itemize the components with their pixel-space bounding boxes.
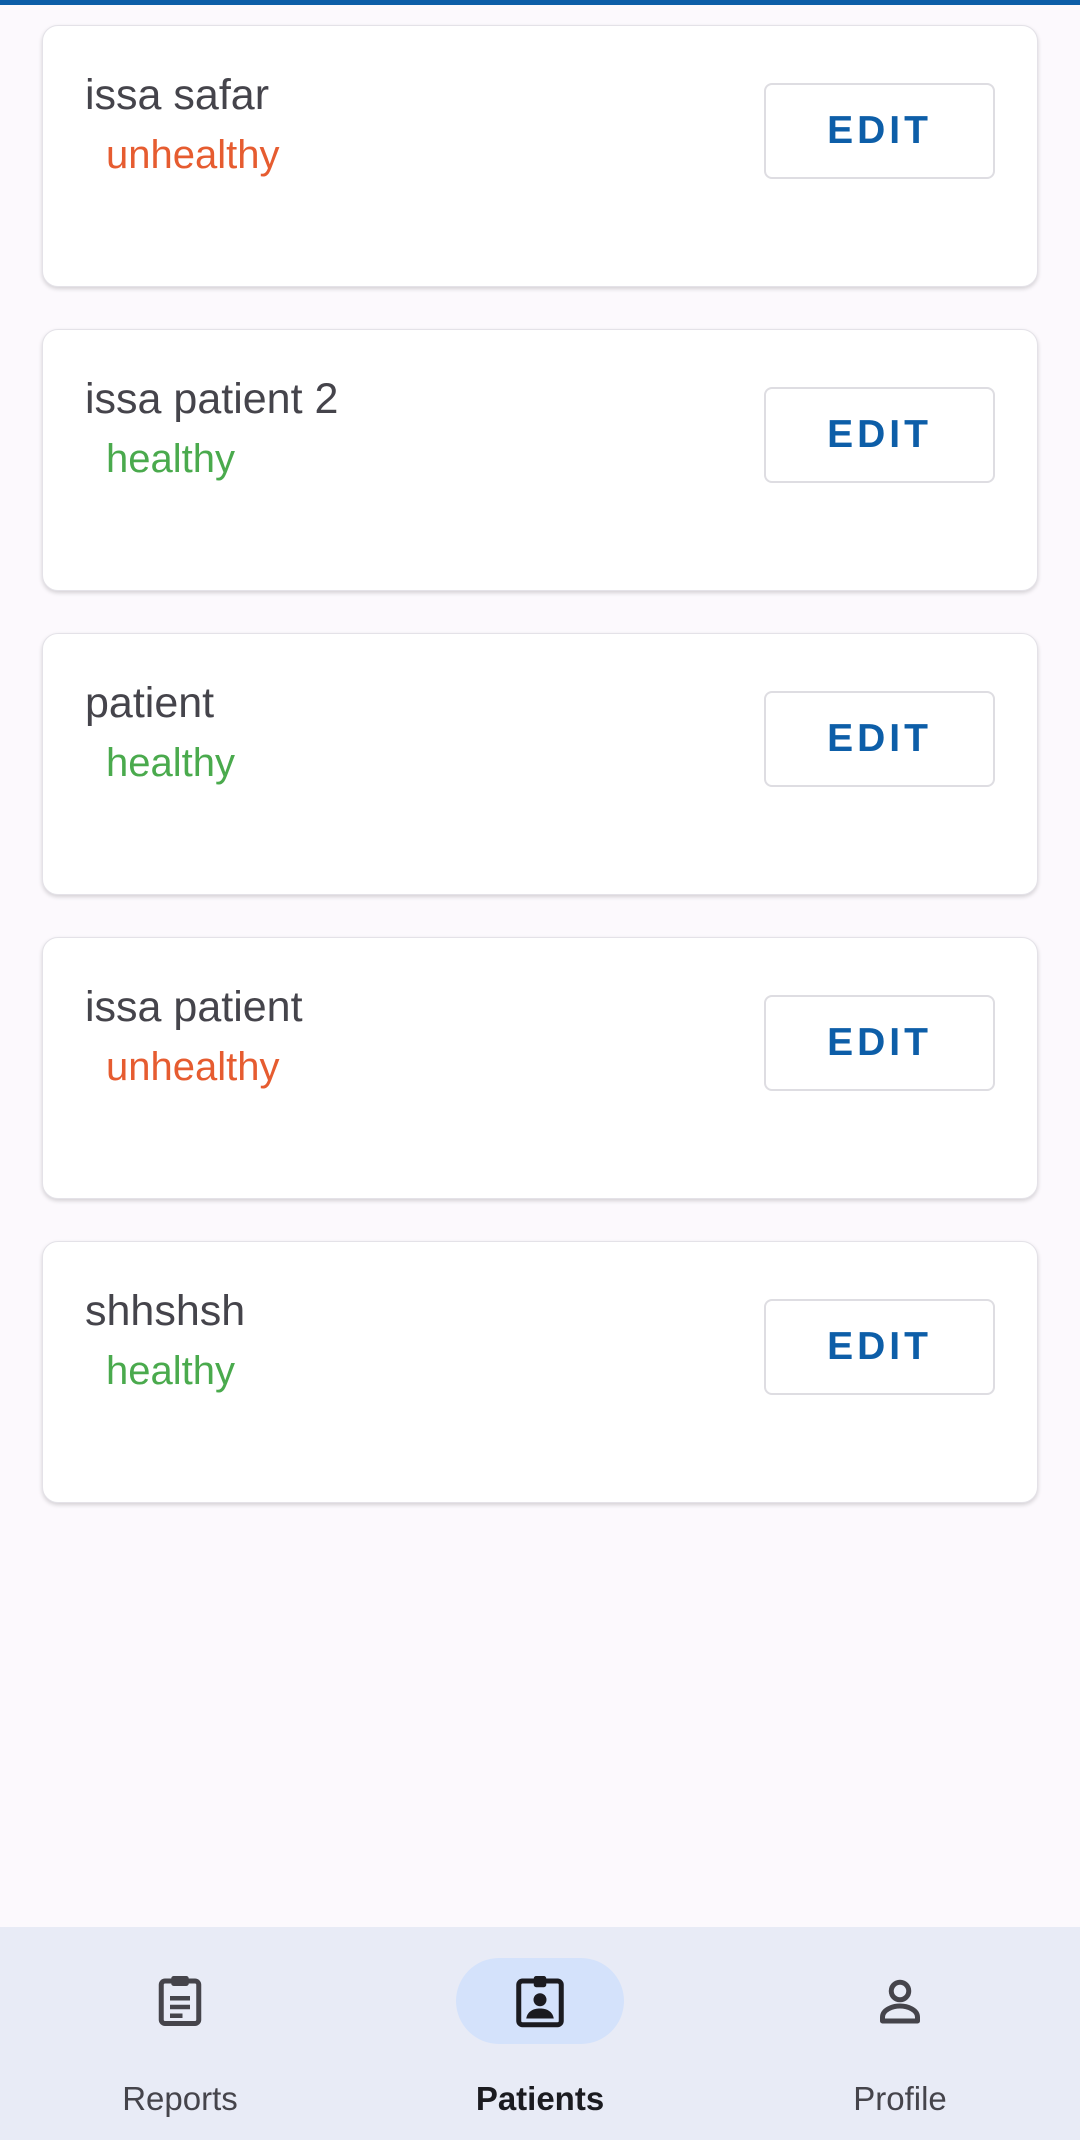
patient-card: issa patient 2 healthy EDIT — [42, 329, 1038, 591]
patient-status: healthy — [106, 1349, 235, 1393]
edit-button[interactable]: EDIT — [764, 691, 995, 787]
patient-name: issa patient — [85, 983, 303, 1031]
patient-name: shhshsh — [85, 1287, 246, 1335]
nav-item-profile[interactable]: Profile — [720, 1927, 1080, 2140]
patient-list: issa safar unhealthy EDIT issa patient 2… — [42, 25, 1038, 1545]
nav-label-reports: Reports — [122, 2080, 238, 2117]
nav-item-reports[interactable]: Reports — [0, 1927, 360, 2140]
patient-name: issa patient 2 — [85, 375, 339, 423]
person-icon — [880, 1979, 920, 2024]
edit-button[interactable]: EDIT — [764, 995, 995, 1091]
edit-button[interactable]: EDIT — [764, 387, 995, 483]
nav-item-patients[interactable]: Patients — [360, 1927, 720, 2140]
patient-status: unhealthy — [106, 133, 280, 177]
patient-card: issa patient unhealthy EDIT — [42, 937, 1038, 1199]
patient-name: patient — [85, 679, 215, 727]
patient-name: issa safar — [85, 71, 270, 119]
patient-status: healthy — [106, 437, 235, 481]
nav-label-patients: Patients — [475, 2080, 605, 2117]
patient-card: patient healthy EDIT — [42, 633, 1038, 895]
patient-card: shhshsh healthy EDIT — [42, 1241, 1038, 1503]
edit-button[interactable]: EDIT — [764, 1299, 995, 1395]
top-accent-bar — [0, 0, 1080, 5]
bottom-navigation: Reports Patients Profile — [0, 1927, 1080, 2140]
badge-person-icon — [516, 1976, 564, 2028]
edit-button[interactable]: EDIT — [764, 83, 995, 179]
patient-card: issa safar unhealthy EDIT — [42, 25, 1038, 287]
patient-status: unhealthy — [106, 1045, 280, 1089]
patient-status: healthy — [106, 741, 235, 785]
clipboard-list-icon — [158, 1976, 202, 2026]
nav-label-profile: Profile — [853, 2080, 947, 2117]
